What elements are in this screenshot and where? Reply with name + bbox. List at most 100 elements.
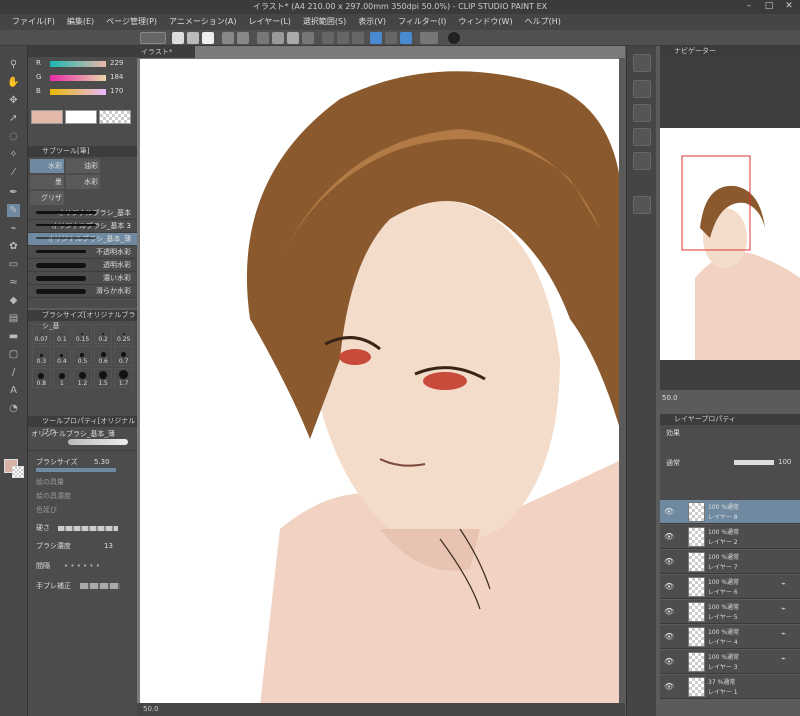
brush-size-preset[interactable]: 0.5 <box>73 346 92 366</box>
snap-ruler-icon[interactable] <box>370 32 382 44</box>
figure-tool-icon[interactable]: ▬ <box>7 330 20 343</box>
canvas-paper[interactable] <box>140 59 623 706</box>
clear-icon[interactable] <box>272 32 284 44</box>
menu-selection[interactable]: 選択範囲(S) <box>303 14 346 30</box>
r-value[interactable]: 229 <box>110 59 123 67</box>
menu-help[interactable]: ヘルプ(H) <box>525 14 561 30</box>
tab-watercolor[interactable]: 水彩 <box>30 159 64 173</box>
eye-icon[interactable]: 👁 <box>664 682 674 691</box>
brush-item[interactable]: オリジナルブラシ_基本 3 <box>28 220 137 233</box>
brush-item[interactable]: 不透明水彩 <box>28 246 137 259</box>
material-panel-4-icon[interactable] <box>633 128 651 146</box>
close-icon[interactable]: ✕ <box>782 1 796 12</box>
brush-size-preset[interactable]: 0.2 <box>93 324 113 344</box>
brush-size-preset[interactable]: 1 <box>52 368 72 388</box>
layer-row[interactable]: 👁 37 %通常 レイヤー 1 <box>660 675 800 699</box>
brush-tool-icon[interactable]: ✎ <box>7 204 20 217</box>
brush-size-preset[interactable]: 0.15 <box>73 324 92 344</box>
tab-oil[interactable]: 油彩 <box>66 159 100 173</box>
eye-icon[interactable]: 👁 <box>664 582 674 591</box>
brush-item[interactable]: オリジナルブラシ_基本 <box>28 207 137 220</box>
brush-size-preset[interactable]: 0.3 <box>32 346 51 366</box>
transform-icon[interactable] <box>257 32 269 44</box>
hand-tool-icon[interactable]: ✋ <box>7 76 20 89</box>
fill-tool-icon[interactable]: ◆ <box>7 294 20 307</box>
material-panel-6-icon[interactable] <box>633 196 651 214</box>
brush-size-preset[interactable]: 1.5 <box>93 368 113 388</box>
airbrush-icon[interactable]: ⌁ <box>7 222 20 235</box>
clip-icon[interactable]: ⌁ <box>781 604 786 613</box>
material-panel-3-icon[interactable] <box>633 104 651 122</box>
brush-size-value[interactable]: 5.30 <box>94 455 110 469</box>
navigator-preview[interactable] <box>660 128 800 360</box>
fill-icon[interactable] <box>287 32 299 44</box>
tab-watercolor-2[interactable]: 水彩 <box>66 175 100 189</box>
undo-icon[interactable] <box>222 32 234 44</box>
menu-edit[interactable]: 編集(E) <box>67 14 94 30</box>
redo-icon[interactable] <box>237 32 249 44</box>
display-mode-icon[interactable] <box>420 32 438 44</box>
magic-wand-icon[interactable]: ✧ <box>7 148 20 161</box>
maximize-icon[interactable]: □ <box>762 1 776 12</box>
opacity-value[interactable]: 100 <box>778 458 791 466</box>
eye-icon[interactable]: 👁 <box>664 607 674 616</box>
opacity-slider[interactable] <box>734 460 774 465</box>
menu-layer[interactable]: レイヤー(L) <box>248 14 290 30</box>
info-icon[interactable] <box>448 32 460 44</box>
menu-view[interactable]: 表示(V) <box>358 14 386 30</box>
brush-item-selected[interactable]: オリジナルブラシ_基本_薄 <box>28 233 137 246</box>
brush-size-preset[interactable]: 0.8 <box>32 368 51 388</box>
current-color-chip[interactable] <box>31 110 63 124</box>
layer-row[interactable]: 👁 100 %通常 レイヤー 7 <box>660 550 800 574</box>
snap-special-icon[interactable] <box>385 32 397 44</box>
clip-icon[interactable]: ⌁ <box>781 654 786 663</box>
invert-selection-icon[interactable] <box>352 32 364 44</box>
brush-item[interactable]: 透明水彩 <box>28 259 137 272</box>
move-tool-icon[interactable]: ✥ <box>7 94 20 107</box>
eraser-icon[interactable]: ▭ <box>7 258 20 271</box>
layer-row[interactable]: 👁 100 %通常 レイヤー 2 <box>660 525 800 549</box>
transparent-color-chip[interactable] <box>99 110 131 124</box>
open-file-icon[interactable] <box>187 32 199 44</box>
brush-size-preset[interactable]: 0.6 <box>93 346 113 366</box>
material-panel-2-icon[interactable] <box>633 80 651 98</box>
brush-size-preset[interactable]: 1.7 <box>114 368 133 388</box>
crop-icon[interactable] <box>302 32 314 44</box>
eye-icon[interactable]: 👁 <box>664 507 674 516</box>
select-all-icon[interactable] <box>322 32 334 44</box>
frame-tool-icon[interactable]: ▢ <box>7 348 20 361</box>
layer-row[interactable]: 👁 100 %通常 レイヤー 6 ⌁ <box>660 575 800 599</box>
layer-row[interactable]: 👁 100 %通常 レイヤー 8 <box>660 500 800 524</box>
gradient-tool-icon[interactable]: ▤ <box>7 312 20 325</box>
brush-size-slider[interactable] <box>36 468 116 472</box>
menu-page[interactable]: ページ管理(P) <box>106 14 157 30</box>
layer-row[interactable]: 👁 100 %通常 レイヤー 4 ⌁ <box>660 625 800 649</box>
eyedropper-icon[interactable]: ⁄ <box>7 166 20 179</box>
zoom-tool-icon[interactable]: ⚲ <box>7 58 20 71</box>
sub-color-chip[interactable] <box>65 110 97 124</box>
balloon-tool-icon[interactable]: ◔ <box>7 402 20 415</box>
eye-icon[interactable]: 👁 <box>664 632 674 641</box>
decoration-tool-icon[interactable]: ✿ <box>7 240 20 253</box>
brush-size-preset[interactable]: 0.7 <box>114 346 133 366</box>
object-tool-icon[interactable]: ➚ <box>7 112 20 125</box>
sub-color-swatch[interactable] <box>12 466 24 478</box>
material-panel-icon[interactable] <box>633 54 651 72</box>
eye-icon[interactable]: 👁 <box>664 657 674 666</box>
blend-tool-icon[interactable]: ≈ <box>7 276 20 289</box>
brush-size-preset[interactable]: 0.25 <box>114 324 133 344</box>
brush-item[interactable]: 濃い水彩 <box>28 272 137 285</box>
menu-animation[interactable]: アニメーション(A) <box>169 14 236 30</box>
material-panel-5-icon[interactable] <box>633 152 651 170</box>
stabilization-steps[interactable] <box>80 583 120 589</box>
eye-icon[interactable]: 👁 <box>664 532 674 541</box>
clip-icon[interactable]: ⌁ <box>781 629 786 638</box>
menu-window[interactable]: ウィンドウ(W) <box>458 14 512 30</box>
menu-file[interactable]: ファイル(F) <box>12 14 55 30</box>
navigator-zoom-value[interactable]: 50.0 <box>662 394 678 402</box>
r-slider[interactable] <box>50 61 106 67</box>
brush-size-preset[interactable]: 0.4 <box>52 346 72 366</box>
ruler-tool-icon[interactable]: / <box>7 366 20 379</box>
blur-steps[interactable] <box>58 526 118 531</box>
layer-row[interactable]: 👁 100 %通常 レイヤー 3 ⌁ <box>660 650 800 674</box>
